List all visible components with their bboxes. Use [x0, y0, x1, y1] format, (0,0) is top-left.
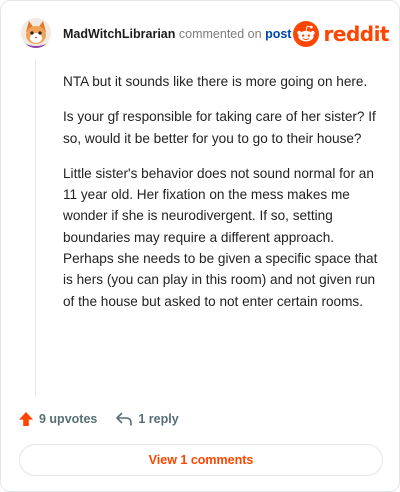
commented-on-text: commented on	[178, 27, 262, 41]
reddit-snoo-icon	[292, 21, 319, 47]
reply-button[interactable]: 1 reply	[115, 411, 179, 427]
reply-arrow-icon	[116, 412, 133, 426]
upvote-button[interactable]: 9 upvotes	[18, 411, 97, 427]
comment-paragraph: Is your gf responsible for taking care o…	[63, 109, 376, 146]
view-comments-button[interactable]: View 1 comments	[19, 444, 383, 476]
comment-header: MadWitchLibrarian commented on post redd…	[21, 18, 390, 52]
comment-card: MadWitchLibrarian commented on post redd…	[0, 0, 400, 492]
reddit-logo[interactable]: reddit	[292, 21, 390, 47]
brand-name: reddit	[323, 22, 390, 46]
thread-line	[35, 59, 36, 397]
comment-paragraph: Little sister's behavior does not sound …	[63, 165, 378, 309]
reply-count: 1 reply	[138, 412, 179, 426]
user-avatar[interactable]	[21, 18, 51, 48]
username-link[interactable]: MadWitchLibrarian	[63, 27, 175, 41]
post-link[interactable]: post	[265, 27, 291, 41]
upvote-count: 9 upvotes	[39, 412, 98, 426]
comment-paragraph: NTA but it sounds like there is more goi…	[63, 74, 368, 89]
comment-actions: 9 upvotes 1 reply	[18, 409, 179, 429]
comment-body: NTA but it sounds like there is more goi…	[63, 71, 379, 326]
upvote-arrow-icon	[19, 412, 33, 426]
avatar-icon	[21, 18, 51, 48]
